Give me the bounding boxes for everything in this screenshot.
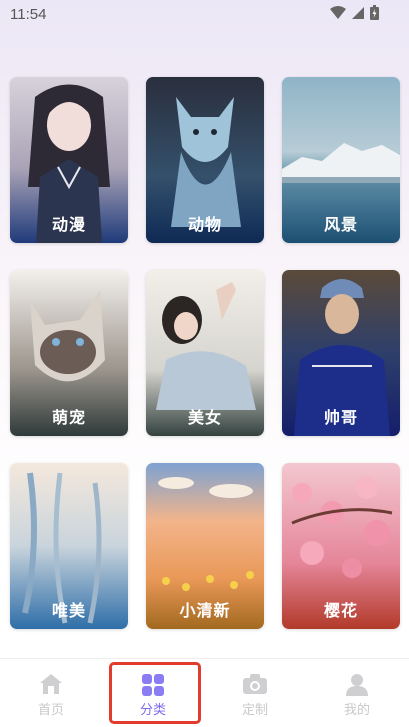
tab-profile[interactable]: 我的 (306, 659, 408, 727)
status-bar: 11:54 (0, 0, 409, 28)
category-card-fresh[interactable]: 小清新 (146, 463, 264, 629)
category-card-animals[interactable]: 动物 (146, 77, 264, 243)
camera-icon (243, 674, 267, 694)
category-card-anime[interactable]: 动漫 (10, 77, 128, 243)
category-label: 帅哥 (323, 410, 358, 427)
category-label: 动漫 (51, 217, 86, 234)
tab-home[interactable]: 首页 (0, 659, 102, 727)
category-label: 樱花 (323, 603, 358, 620)
category-card-aesthetic[interactable]: 唯美 (10, 463, 128, 629)
category-card-sakura[interactable]: 樱花 (282, 463, 400, 629)
category-label: 唯美 (51, 603, 86, 620)
tab-label-home: 首页 (37, 702, 64, 717)
wifi-icon (330, 5, 346, 19)
category-label: 小清新 (179, 603, 231, 620)
status-icons (330, 5, 379, 20)
home-icon (40, 674, 62, 694)
category-label: 动物 (187, 217, 222, 234)
signal-icon (352, 6, 364, 19)
bottom-tab-bar: 首页 分类 定制 我的 (0, 658, 409, 727)
category-card-pets[interactable]: 萌宠 (10, 270, 128, 436)
category-card-scenery[interactable]: 风景 (282, 77, 400, 243)
profile-icon (346, 674, 368, 696)
status-time: 11:54 (10, 6, 47, 23)
category-card-handsome[interactable]: 帅哥 (282, 270, 400, 436)
category-label: 萌宠 (51, 410, 86, 427)
tab-label-profile: 我的 (343, 702, 370, 717)
tab-label-customize: 定制 (241, 702, 268, 717)
category-card-beauty[interactable]: 美女 (146, 270, 264, 436)
selection-highlight-box (109, 662, 201, 724)
battery-icon (370, 5, 379, 20)
tab-customize[interactable]: 定制 (204, 659, 306, 727)
category-label: 风景 (323, 217, 358, 234)
category-label: 美女 (187, 410, 222, 427)
